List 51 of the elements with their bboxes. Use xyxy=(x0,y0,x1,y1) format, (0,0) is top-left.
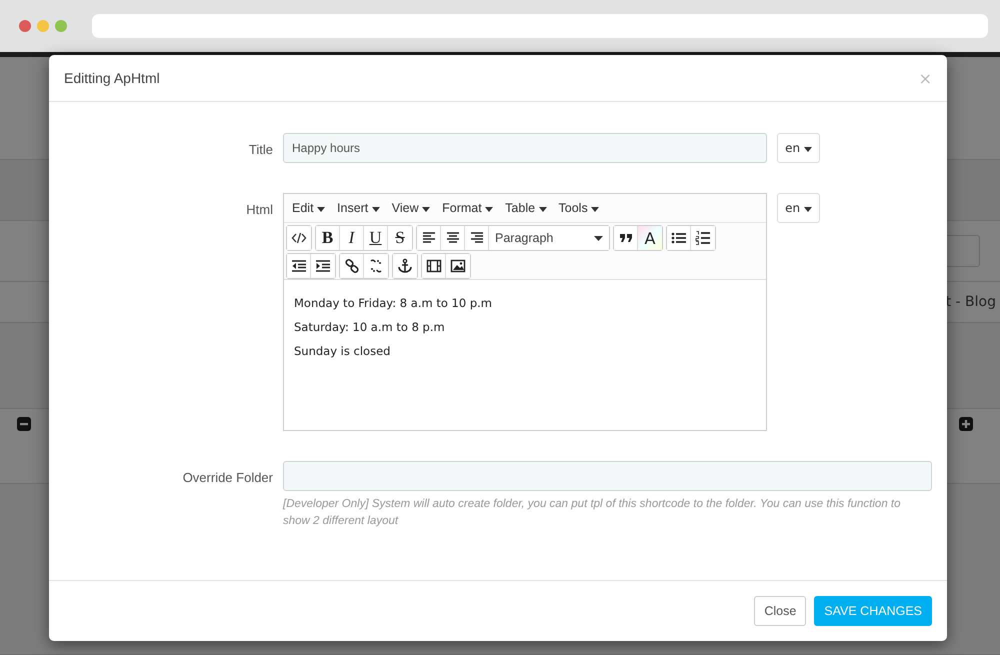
indent-icon xyxy=(315,258,331,274)
field-label: Override Folder xyxy=(182,469,273,485)
toolbar-button[interactable] xyxy=(667,226,691,250)
video-icon xyxy=(426,258,442,274)
caret-icon xyxy=(538,207,547,212)
numbers-icon xyxy=(695,230,711,246)
link-icon xyxy=(344,258,360,274)
toolbar-button[interactable] xyxy=(614,226,638,250)
outdent-icon xyxy=(290,258,306,274)
editor-text: Saturday: 10 a.m to 8 p.m xyxy=(294,319,446,336)
menu-item[interactable]: Tools xyxy=(554,201,604,215)
maximize-dot-icon[interactable] xyxy=(55,20,67,32)
caret-icon xyxy=(804,207,812,212)
editor-text: Monday to Friday: 8 a.m to 10 p.m xyxy=(294,295,493,312)
toolbar-button[interactable] xyxy=(287,254,311,278)
caret-icon xyxy=(485,207,494,212)
toolbar-button[interactable] xyxy=(287,226,311,250)
modal-title: Editting ApHtml xyxy=(64,70,160,86)
field-label: Title xyxy=(248,141,273,157)
minimize-dot-icon[interactable] xyxy=(37,20,49,32)
toolbar-button[interactable] xyxy=(340,254,364,278)
menu-item[interactable]: Edit xyxy=(287,201,330,215)
language-dropdown[interactable]: en xyxy=(777,193,820,223)
help-text: [Developer Only] System will auto create folder, you can put tpl of this shortcode to the folder. You can use this function to show 2 different layout xyxy=(283,497,902,529)
bullets-icon xyxy=(670,230,686,246)
close-button[interactable]: Close xyxy=(754,596,806,626)
caret-icon xyxy=(591,207,600,212)
field-label: Html xyxy=(245,201,273,217)
menu-item[interactable]: Table xyxy=(500,201,552,215)
language-dropdown[interactable]: en xyxy=(777,133,820,163)
caret-icon xyxy=(422,207,430,212)
menu-item[interactable]: Insert xyxy=(332,201,385,215)
toolbar-button[interactable] xyxy=(393,254,417,278)
collapse-icon[interactable] xyxy=(17,417,31,431)
title-field[interactable]: Happy hours xyxy=(283,133,767,163)
caret-icon xyxy=(804,147,812,152)
menu-item[interactable]: Format xyxy=(437,201,498,215)
text-color-button[interactable]: A xyxy=(638,226,662,250)
caret-icon xyxy=(317,207,326,212)
format-button[interactable]: B xyxy=(316,226,340,250)
caret-icon xyxy=(372,207,380,212)
code-icon xyxy=(291,230,307,246)
editor-text: Sunday is closed xyxy=(294,343,392,360)
unlink-icon xyxy=(368,258,384,274)
folder-field[interactable] xyxy=(283,461,932,491)
anchor-icon xyxy=(397,258,413,274)
close-dot-icon[interactable] xyxy=(19,20,31,32)
toolbar-button[interactable] xyxy=(422,254,446,278)
menu-item[interactable]: View xyxy=(386,201,436,215)
add-icon[interactable] xyxy=(959,417,973,431)
image-icon xyxy=(450,258,466,274)
